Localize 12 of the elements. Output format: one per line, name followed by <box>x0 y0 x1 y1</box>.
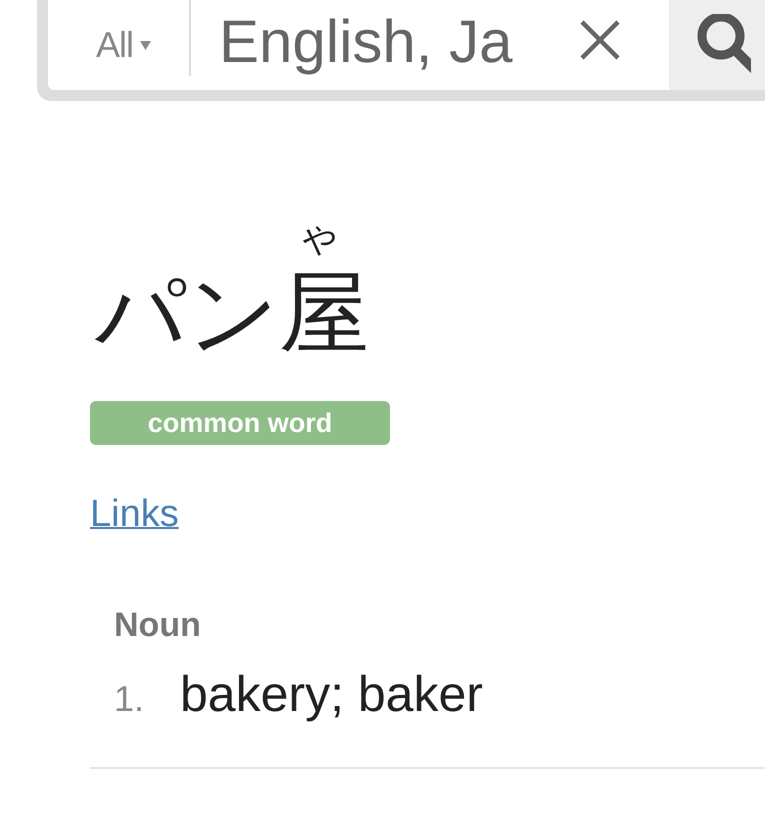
caret-icon <box>140 40 152 50</box>
japanese-word: パン屋 <box>94 269 369 359</box>
search-field[interactable]: All English, Ja <box>48 0 765 90</box>
furigana: や <box>302 223 338 257</box>
meaning-text: bakery; baker <box>180 665 483 723</box>
close-icon[interactable] <box>579 19 622 61</box>
sense-number: 1. <box>114 678 146 720</box>
search-button[interactable] <box>669 0 765 90</box>
filter-dropdown[interactable]: All <box>96 24 152 66</box>
part-of-speech: Noun <box>114 606 201 645</box>
common-word-tag: common word <box>90 401 390 445</box>
links-link[interactable]: Links <box>90 493 179 536</box>
